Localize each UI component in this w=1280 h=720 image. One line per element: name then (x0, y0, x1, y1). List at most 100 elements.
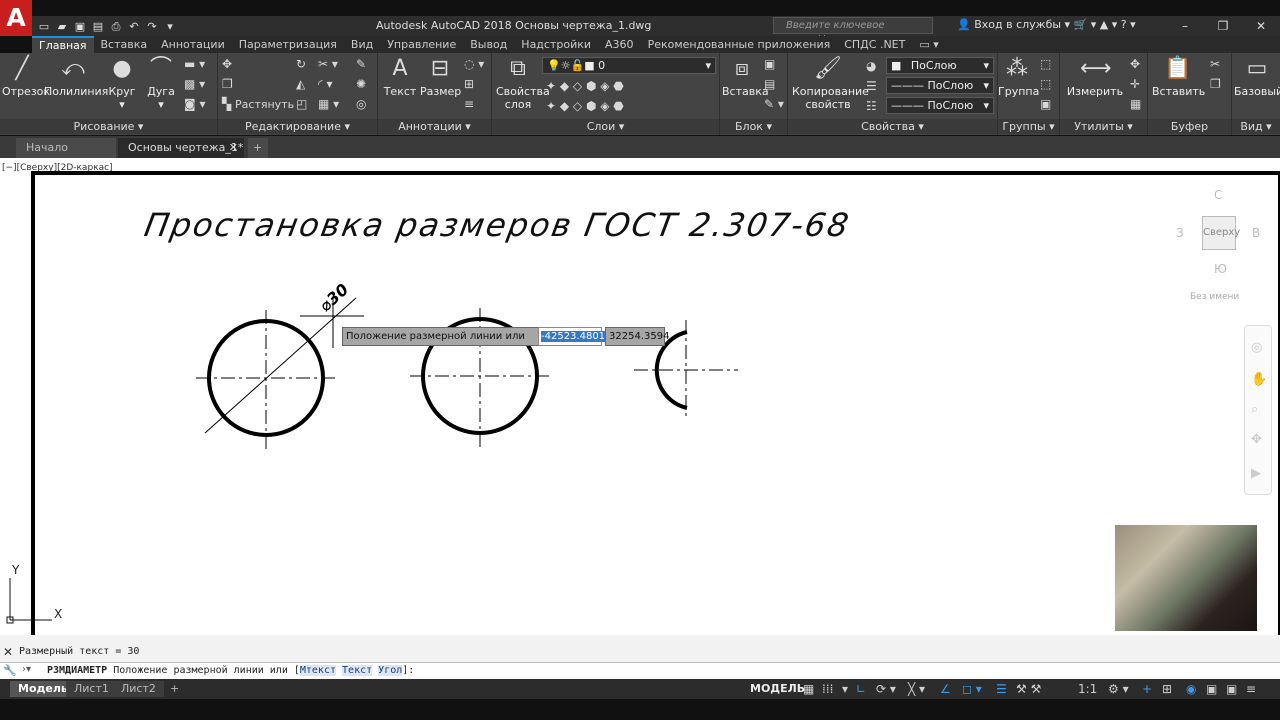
fillet-icon[interactable]: ◜ ▾ (318, 77, 332, 91)
layer-dropdown[interactable]: 💡☼🔓■ 0 ▾ (542, 57, 716, 74)
quick-select-icon[interactable]: ✥ (1130, 57, 1140, 71)
create-block-icon[interactable]: ▣ (764, 57, 775, 71)
lineweight-toggle-icon[interactable]: ☰ (996, 682, 1007, 696)
viewcube-west[interactable]: З (1176, 226, 1184, 240)
panel-clipboard-title[interactable]: Буфер обмена (1148, 119, 1231, 148)
snap-dropdown-icon[interactable]: ▾ (842, 682, 848, 696)
pan-icon[interactable]: ✋ (1251, 372, 1267, 387)
restore-button[interactable]: ❐ (1204, 16, 1242, 36)
paste-button[interactable]: 📋 Вставить (1152, 56, 1205, 98)
workspace-gear-icon[interactable]: ⚙ ▾ (1108, 682, 1129, 696)
steering-wheel-icon[interactable]: ◎ (1251, 340, 1262, 355)
rectangle-icon[interactable]: ▬ ▾ (184, 57, 205, 71)
viewcube[interactable]: С Ю З В Сверху (1176, 186, 1262, 276)
tab-addins[interactable]: Надстройки (514, 36, 598, 53)
panel-annotation-title[interactable]: Аннотации ▾ (378, 119, 491, 134)
tab-layout2[interactable]: Лист2 (113, 681, 164, 697)
snap-icon[interactable]: ⁞⁞⁞ (822, 682, 833, 696)
group-button[interactable]: ⁂ Группа (998, 56, 1039, 98)
ungroup-icon[interactable]: ⬚ (1040, 57, 1051, 71)
scale-icon[interactable]: ◰ (296, 97, 307, 111)
command-line[interactable]: 🔧 ›▾ РЗМДИАМЕТР Положение размерной лини… (0, 662, 1280, 679)
annotation-scale-value[interactable]: 1:1 (1078, 682, 1097, 696)
layer-tools-2-icon[interactable]: ✦ ◆ ◇ ⬢ ◈ ⬣ (546, 99, 624, 113)
hatch-icon[interactable]: ▩ ▾ (184, 77, 205, 91)
isolate-objects-icon[interactable]: ◉ (1186, 682, 1196, 696)
copy-clip-icon[interactable]: ❐ (1210, 77, 1221, 91)
viewcube-top-face[interactable]: Сверху (1202, 216, 1240, 250)
layer-properties-button[interactable]: ⧉ Свойства слоя (496, 56, 550, 111)
rotate-icon[interactable]: ↻ (296, 57, 306, 71)
hardware-acceleration-icon[interactable]: ▣ (1206, 682, 1217, 696)
zoom-icon[interactable]: ⌕ (1251, 402, 1258, 417)
close-button[interactable]: ✕ (1242, 16, 1280, 36)
select-all-icon[interactable]: ✛ (1130, 77, 1140, 91)
orbit-icon[interactable]: ✥ (1251, 432, 1262, 447)
stretch-icon[interactable]: ▚ Растянуть (222, 97, 294, 112)
object-snap-tracking-icon[interactable]: ∠ (940, 682, 951, 696)
trim-icon[interactable]: ✂ ▾ (318, 57, 338, 71)
tab-a360[interactable]: A360 (598, 36, 641, 53)
close-command-line-icon[interactable]: ✕ (3, 645, 13, 659)
erase-icon[interactable]: ✎ (356, 57, 366, 71)
tab-insert[interactable]: Вставка (94, 36, 155, 53)
layer-tools-icon[interactable]: ✦ ◆ ◇ ⬢ ◈ ⬣ (546, 79, 624, 93)
file-tab-start[interactable]: Начало (16, 138, 116, 158)
new-icon[interactable]: ▭ (37, 20, 51, 33)
array-icon[interactable]: ▦ ▾ (318, 97, 339, 111)
isodraft-icon[interactable]: ╳ ▾ (908, 682, 925, 696)
markup-icon[interactable]: ≡ (464, 97, 474, 111)
tab-annotate[interactable]: Аннотации (154, 36, 232, 53)
recent-commands-icon[interactable]: ›▾ (22, 664, 31, 675)
mirror-icon[interactable]: ◭ (296, 77, 305, 91)
panel-groups-title[interactable]: Группы ▾ (998, 119, 1059, 134)
text-button[interactable]: A Текст (382, 56, 418, 98)
ribbon-toggle-icon[interactable]: ▭ ▾ (912, 36, 945, 53)
polyline-button[interactable]: ⤺ Полилиния (44, 56, 108, 98)
lineweight-icon[interactable]: ☷ (866, 99, 877, 113)
offset-icon[interactable]: ◎ (356, 97, 366, 111)
redo-icon[interactable]: ↷ (145, 20, 159, 33)
color-wheel-icon[interactable]: ◕ (866, 59, 876, 73)
tab-output[interactable]: Вывод (463, 36, 514, 53)
base-view-button[interactable]: ▭ Базовый (1234, 56, 1280, 98)
annotation-scale-icon[interactable]: ⚒ ⚒ (1016, 682, 1041, 696)
plus-icon[interactable]: + (1142, 682, 1152, 696)
tab-home[interactable]: Главная (32, 36, 94, 53)
save-icon[interactable]: ▣ (73, 20, 87, 33)
table-icon[interactable]: ⊞ (464, 77, 474, 91)
clean-screen-icon[interactable]: ▣ (1226, 682, 1237, 696)
sign-in-button[interactable]: 👤 Вход в службы ▾ 🛒 ▾ ▲ ▾ ? ▾ (957, 18, 1136, 31)
add-layout-button[interactable]: + (162, 681, 187, 697)
minimize-button[interactable]: – (1166, 16, 1204, 36)
linetype-dropdown[interactable]: ——— ПоСлою ▾ (886, 77, 994, 94)
option-angle[interactable]: Угол (378, 665, 403, 676)
move-icon[interactable]: ✥ (222, 57, 232, 71)
match-properties-button[interactable]: 🖌 Копирование свойств (792, 56, 869, 111)
dynamic-input-x[interactable]: -42523.4801 (538, 327, 606, 346)
grid-icon[interactable]: ▦ (803, 682, 814, 696)
circle-button[interactable]: ● Круг ▾ (106, 56, 138, 111)
lineweight-dropdown[interactable]: ——— ПоСлою ▾ (886, 97, 994, 114)
panel-utilities-title[interactable]: Утилиты ▾ (1060, 119, 1147, 134)
insert-button[interactable]: ⧈ Вставка (722, 56, 769, 98)
object-snap-icon[interactable]: ◻ ▾ (962, 682, 982, 696)
panel-view-title[interactable]: Вид ▾ (1232, 119, 1280, 134)
group-select-icon[interactable]: ▣ (1040, 97, 1051, 111)
ucs-name-dropdown[interactable]: Без имени (1190, 292, 1239, 302)
tab-spds[interactable]: СПДС .NET (837, 36, 912, 53)
ortho-icon[interactable]: ∟ (856, 682, 866, 696)
panel-draw-title[interactable]: Рисование ▾ (0, 119, 217, 134)
file-tab-drawing[interactable]: Основы чертежа_1* ✕ (118, 138, 244, 158)
panel-layers-title[interactable]: Слои ▾ (492, 119, 719, 134)
undo-icon[interactable]: ↶ (127, 20, 141, 33)
open-icon[interactable]: ▰ (55, 20, 69, 33)
panel-block-title[interactable]: Блок ▾ (720, 119, 787, 134)
attribute-icon[interactable]: ✎ ▾ (764, 97, 784, 111)
search-input[interactable]: Введите ключевое слово/фразу (773, 17, 933, 45)
viewcube-north[interactable]: С (1214, 188, 1222, 202)
edit-block-icon[interactable]: ▤ (764, 77, 775, 91)
dynamic-input-y[interactable]: 32254.3594 (605, 327, 669, 346)
close-tab-icon[interactable]: ✕ (229, 138, 238, 158)
cut-icon[interactable]: ✂ (1210, 57, 1220, 71)
